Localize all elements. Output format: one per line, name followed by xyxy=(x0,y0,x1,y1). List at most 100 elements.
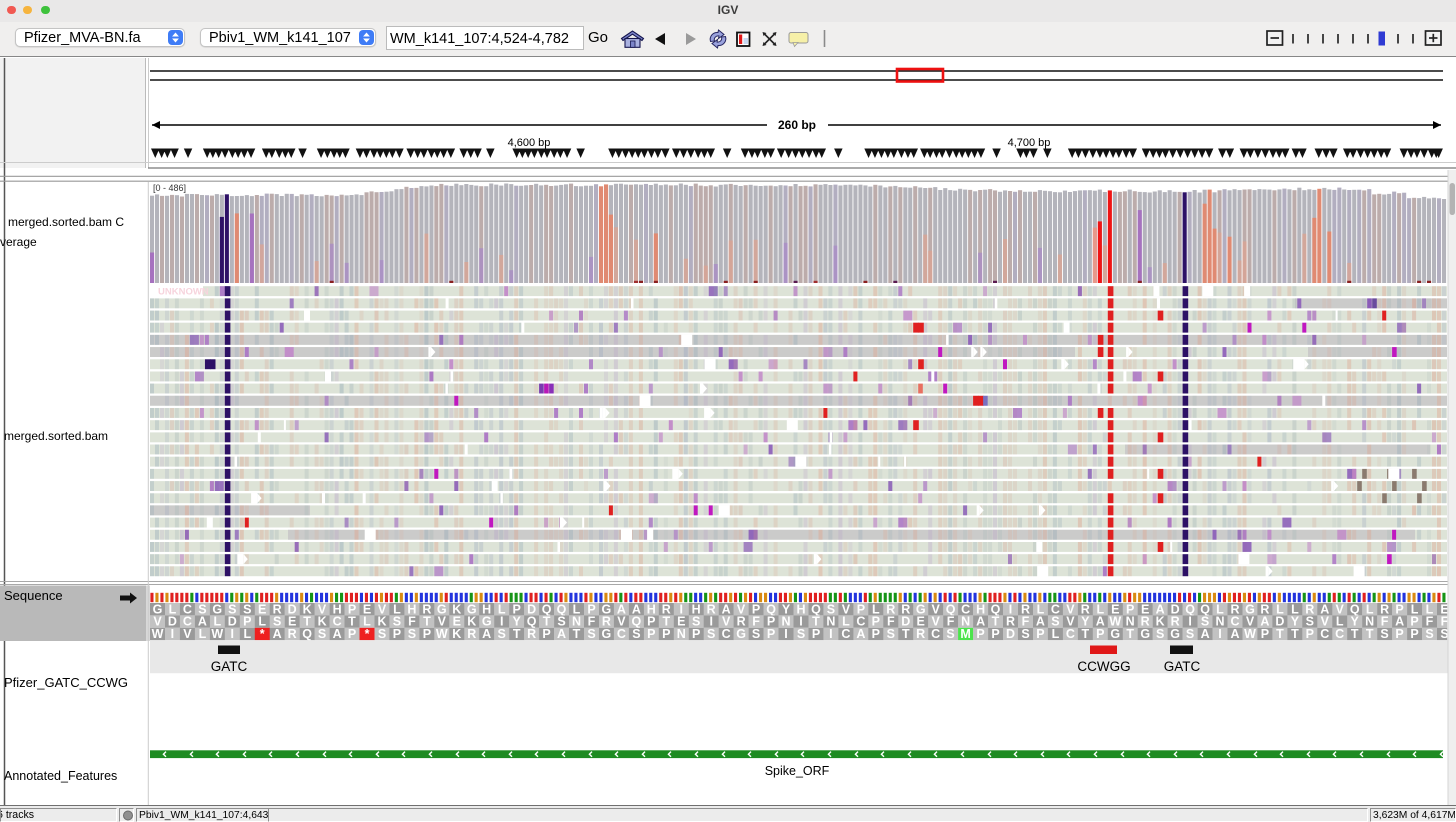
svg-text:S: S xyxy=(408,627,416,641)
svg-text:G: G xyxy=(602,627,612,641)
svg-text:S: S xyxy=(498,627,506,641)
svg-text:P: P xyxy=(872,627,880,641)
svg-text:S: S xyxy=(1156,627,1164,641)
svg-text:S: S xyxy=(378,627,386,641)
svg-text:I: I xyxy=(784,627,787,641)
svg-text:P: P xyxy=(423,627,431,641)
svg-text:S: S xyxy=(632,627,640,641)
svg-text:GATC: GATC xyxy=(211,659,248,674)
svg-text:T: T xyxy=(1291,627,1299,641)
svg-text:D: D xyxy=(1006,627,1015,641)
svg-text:R: R xyxy=(527,627,536,641)
svg-text:P: P xyxy=(1410,627,1418,641)
svg-text:[0 - 486]: [0 - 486] xyxy=(153,183,186,193)
svg-text:C: C xyxy=(617,627,626,641)
svg-text:T: T xyxy=(1366,627,1374,641)
svg-text:P: P xyxy=(976,627,984,641)
svg-text:P: P xyxy=(393,627,401,641)
svg-text:S: S xyxy=(587,627,595,641)
svg-text:K: K xyxy=(452,627,461,641)
svg-text:260 bp: 260 bp xyxy=(778,118,816,132)
svg-text:L: L xyxy=(1052,627,1060,641)
svg-text:C: C xyxy=(1066,627,1075,641)
svg-text:N: N xyxy=(677,627,686,641)
svg-text:S: S xyxy=(1021,627,1029,641)
svg-text:*: * xyxy=(260,627,265,641)
svg-text:S: S xyxy=(1380,627,1388,641)
svg-text:C: C xyxy=(1335,627,1344,641)
svg-text:P: P xyxy=(662,627,670,641)
svg-text:UNKNOWN: UNKNOWN xyxy=(158,286,209,297)
svg-text:P: P xyxy=(1036,627,1044,641)
svg-text:S: S xyxy=(1186,627,1194,641)
svg-text:A: A xyxy=(482,627,491,641)
svg-text:verage: verage xyxy=(0,235,37,249)
svg-text:Q: Q xyxy=(302,627,312,641)
svg-text:W: W xyxy=(436,627,448,641)
svg-text:R: R xyxy=(916,627,925,641)
svg-text:G: G xyxy=(1110,627,1120,641)
svg-text:A: A xyxy=(856,627,865,641)
svg-text:C: C xyxy=(931,627,940,641)
svg-text:Pfizer_GATC_CCWG: Pfizer_GATC_CCWG xyxy=(4,675,128,690)
svg-text:L: L xyxy=(243,627,251,641)
svg-text:P: P xyxy=(348,627,356,641)
svg-text:merged.sorted.bam: merged.sorted.bam xyxy=(4,429,108,443)
svg-text:S: S xyxy=(1440,627,1448,641)
svg-text:P: P xyxy=(1096,627,1104,641)
svg-text:C: C xyxy=(722,627,731,641)
svg-text:P: P xyxy=(812,627,820,641)
svg-text:I: I xyxy=(231,627,234,641)
svg-text:M: M xyxy=(960,627,970,641)
svg-text:T: T xyxy=(902,627,910,641)
svg-text:Annotated_Features: Annotated_Features xyxy=(4,769,117,783)
svg-text:A: A xyxy=(273,627,282,641)
svg-text:P: P xyxy=(1261,627,1269,641)
svg-text:T: T xyxy=(1081,627,1089,641)
svg-text:P: P xyxy=(767,627,775,641)
svg-text:V: V xyxy=(183,627,192,641)
svg-text:S: S xyxy=(707,627,715,641)
svg-text:*: * xyxy=(365,627,370,641)
svg-text:W: W xyxy=(1244,627,1256,641)
svg-text:P: P xyxy=(647,627,655,641)
svg-text:4,700 bp: 4,700 bp xyxy=(1008,137,1051,149)
svg-text:S: S xyxy=(946,627,954,641)
svg-text:S: S xyxy=(887,627,895,641)
svg-text:W: W xyxy=(211,627,223,641)
svg-text:T: T xyxy=(513,627,521,641)
svg-text:S: S xyxy=(318,627,326,641)
svg-text:Spike_ORF: Spike_ORF xyxy=(765,764,830,778)
svg-text:G: G xyxy=(1170,627,1180,641)
svg-text:L: L xyxy=(199,627,207,641)
svg-text:T: T xyxy=(573,627,581,641)
svg-text:A: A xyxy=(1230,627,1239,641)
svg-text:CCWGG: CCWGG xyxy=(1077,659,1130,674)
svg-text:S: S xyxy=(797,627,805,641)
svg-text:S: S xyxy=(752,627,760,641)
svg-text:R: R xyxy=(288,627,297,641)
svg-text:Sequence: Sequence xyxy=(4,588,63,603)
svg-text:T: T xyxy=(1351,627,1359,641)
svg-text:T: T xyxy=(1276,627,1284,641)
svg-text:A: A xyxy=(557,627,566,641)
svg-text:P: P xyxy=(991,627,999,641)
svg-text:G: G xyxy=(1140,627,1150,641)
svg-text:R: R xyxy=(467,627,476,641)
svg-text:4,600 bp: 4,600 bp xyxy=(508,137,551,149)
svg-text:W: W xyxy=(152,627,164,641)
svg-text:I: I xyxy=(829,627,832,641)
svg-text:P: P xyxy=(542,627,550,641)
svg-text:P: P xyxy=(1395,627,1403,641)
svg-text:G: G xyxy=(736,627,746,641)
svg-text:A: A xyxy=(333,627,342,641)
svg-text:A: A xyxy=(1201,627,1210,641)
svg-text:GATC: GATC xyxy=(1164,659,1201,674)
svg-text:S: S xyxy=(1425,627,1433,641)
svg-text:I: I xyxy=(1218,627,1221,641)
svg-text:C: C xyxy=(1320,627,1329,641)
svg-text:merged.sorted.bam C: merged.sorted.bam C xyxy=(8,215,124,229)
svg-text:P: P xyxy=(1306,627,1314,641)
svg-text:T: T xyxy=(1126,627,1134,641)
svg-text:C: C xyxy=(841,627,850,641)
